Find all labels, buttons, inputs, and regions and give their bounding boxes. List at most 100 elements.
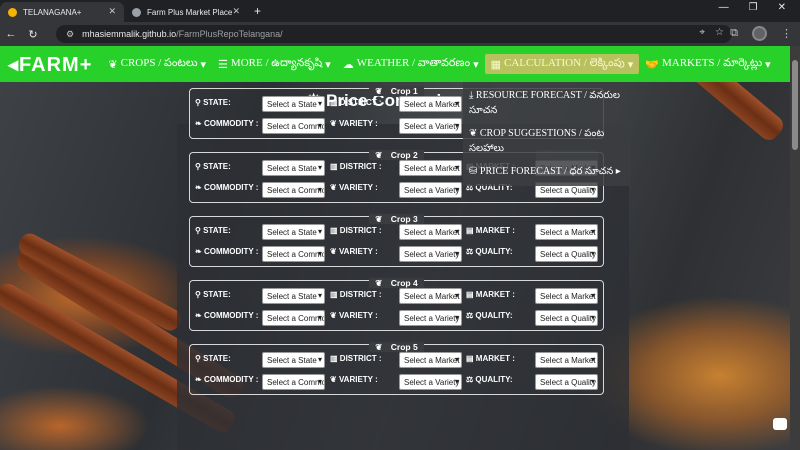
commodity-select[interactable]: Select a Commodity [262, 118, 325, 134]
state-select[interactable]: Select a State [262, 288, 325, 304]
label-text: DISTRICT : [339, 354, 382, 363]
crop-title: ❦ Crop 5 [369, 342, 424, 352]
district-label: ▥ DISTRICT : [330, 354, 382, 363]
caret-down-icon: ▾ [627, 58, 634, 71]
crop-card-3: ❦ Crop 3 ⚲ STATE: Select a State ▥ DISTR… [189, 214, 604, 267]
close-tab-icon[interactable]: ✕ [232, 6, 240, 17]
url-path: /FarmPlusRepoTelangana/ [176, 29, 283, 39]
district-select[interactable]: Select a Market [399, 96, 462, 112]
label-text: QUALITY: [475, 247, 513, 256]
chat-widget-icon[interactable] [773, 418, 787, 430]
crop-title: ❦ Crop 1 [369, 86, 424, 96]
district-label: ▥ DISTRICT : [330, 290, 382, 299]
market-label: ▤ MARKET : [466, 290, 515, 299]
location-icon[interactable]: ⌖ [699, 27, 705, 38]
menu-more[interactable]: ☰ MORE / ఉద్యానకృషి ▾ [212, 57, 337, 72]
state-select[interactable]: Select a State [262, 160, 325, 176]
label-text: MARKET : [475, 226, 515, 235]
market-select[interactable]: Select a Market [535, 224, 598, 240]
market-select[interactable]: Select a Market [535, 288, 598, 304]
state-label: ⚲ STATE: [195, 162, 231, 171]
label-text: DISTRICT : [339, 290, 382, 299]
scrollbar-thumb[interactable] [792, 60, 798, 150]
variety-label: ❦ VARIETY : [330, 311, 378, 320]
seedling-icon: ❦ [372, 214, 386, 224]
browser-toolbar: ← ↻ ⚙ mhasiemmalik.github.io/FarmPlusRep… [0, 22, 800, 46]
menu-crops[interactable]: ❦ CROPS / పంటలు ▾ [102, 57, 212, 72]
commodity-select[interactable]: Select a Commodity [262, 182, 325, 198]
district-select[interactable]: Select a Market [399, 352, 462, 368]
market-label: ▤ MARKET : [466, 354, 515, 363]
variety-select[interactable]: Select a Variety [399, 374, 462, 390]
state-label: ⚲ STATE: [195, 290, 231, 299]
label-text: DISTRICT : [339, 162, 382, 171]
top-navbar: ◂FARM+ ❦ CROPS / పంటలు ▾ ☰ MORE / ఉద్యానకృష… [0, 46, 800, 82]
dropdown-label: PRICE FORECAST / ధర సూచన [479, 166, 614, 177]
variety-select[interactable]: Select a Variety [399, 310, 462, 326]
building-icon: ▥ [330, 162, 338, 171]
seedling-icon: ❦ [372, 342, 386, 352]
label-text: COMMODITY : [203, 311, 259, 320]
state-select[interactable]: Select a State [262, 352, 325, 368]
dropdown-item-price-forecast[interactable]: ⛁ PRICE FORECAST / ధర సూచన ▸ [469, 164, 624, 179]
minimize-icon[interactable]: — [719, 2, 729, 13]
map-pin-icon: ⚲ [195, 290, 201, 299]
menu-calculation[interactable]: ▦ CALCULATION / లెక్కింపు ▾ [484, 54, 640, 74]
district-select[interactable]: Select a Market [399, 288, 462, 304]
seedling-icon: ❦ [330, 247, 337, 256]
tab-strip: TELANAGANA+ ✕ Farm Plus Market Place ✕ +… [0, 0, 800, 22]
store-icon: ▤ [466, 354, 474, 363]
profile-avatar[interactable] [752, 26, 767, 41]
commodity-select[interactable]: Select a Commodity [262, 374, 325, 390]
state-select[interactable]: Select a State [262, 96, 325, 112]
page-scrollbar[interactable] [790, 46, 800, 450]
close-window-icon[interactable]: ✕ [778, 2, 786, 13]
maximize-icon[interactable]: ❐ [749, 2, 758, 13]
reload-icon[interactable]: ↻ [22, 28, 44, 41]
dropdown-item-resource-forecast[interactable]: ⤓ RESOURCE FORECAST / వనరుల సూచన [469, 88, 624, 118]
label-text: VARIETY : [338, 311, 378, 320]
address-bar[interactable]: ⚙ mhasiemmalik.github.io/FarmPlusRepoTel… [56, 25, 732, 43]
tab-marketplace[interactable]: Farm Plus Market Place ✕ [124, 2, 248, 22]
label-text: VARIETY : [338, 247, 378, 256]
market-select[interactable]: Select a Market [535, 352, 598, 368]
district-select[interactable]: Select a Market [399, 160, 462, 176]
logo[interactable]: ◂FARM+ [8, 52, 92, 77]
url-host: mhasiemmalik.github.io [82, 29, 177, 39]
label-text: MARKET : [475, 290, 515, 299]
dropdown-item-crop-suggestions[interactable]: ❦ CROP SUGGESTIONS / పంట సలహాలు [469, 126, 624, 156]
bookmark-star-icon[interactable]: ☆ [715, 27, 724, 38]
variety-select[interactable]: Select a Variety [399, 118, 462, 134]
label-text: COMMODITY : [203, 247, 259, 256]
crop-title: ❦ Crop 2 [369, 150, 424, 160]
building-icon: ▥ [330, 98, 338, 107]
quality-select[interactable]: Select a Quality [535, 310, 598, 326]
menu-markets[interactable]: 🤝 MARKETS / మార్కెట్లు ▾ [639, 57, 776, 72]
quality-select[interactable]: Select a Quality [535, 374, 598, 390]
leaf-icon: ❧ [195, 119, 202, 128]
back-icon[interactable]: ← [0, 28, 22, 40]
commodity-select[interactable]: Select a Commodity [262, 246, 325, 262]
crop-title-text: Crop 4 [387, 278, 421, 288]
label-text: VARIETY : [338, 119, 378, 128]
variety-select[interactable]: Select a Variety [399, 246, 462, 262]
tab-telangana[interactable]: TELANAGANA+ ✕ [0, 2, 124, 22]
seedling-icon: ❦ [330, 183, 337, 192]
menu-weather[interactable]: ☁ WEATHER / వాతావరణం ▾ [337, 57, 485, 72]
list-icon: ☰ [218, 58, 228, 71]
state-select[interactable]: Select a State [262, 224, 325, 240]
close-tab-icon[interactable]: ✕ [108, 6, 116, 17]
site-info-icon[interactable]: ⚙ [66, 29, 74, 40]
quality-select[interactable]: Select a Quality [535, 246, 598, 262]
handshake-icon: 🤝 [645, 58, 659, 71]
seedling-icon: ❦ [469, 128, 478, 139]
commodity-select[interactable]: Select a Commodity [262, 310, 325, 326]
state-label: ⚲ STATE: [195, 98, 231, 107]
menu-kebab-icon[interactable]: ⋮ [781, 27, 792, 40]
district-select[interactable]: Select a Market [399, 224, 462, 240]
cloud-icon: ☁ [342, 58, 354, 71]
variety-select[interactable]: Select a Variety [399, 182, 462, 198]
new-tab-icon[interactable]: + [254, 4, 261, 18]
favicon-icon [132, 7, 141, 17]
extensions-icon[interactable]: ⧉ [730, 27, 738, 40]
